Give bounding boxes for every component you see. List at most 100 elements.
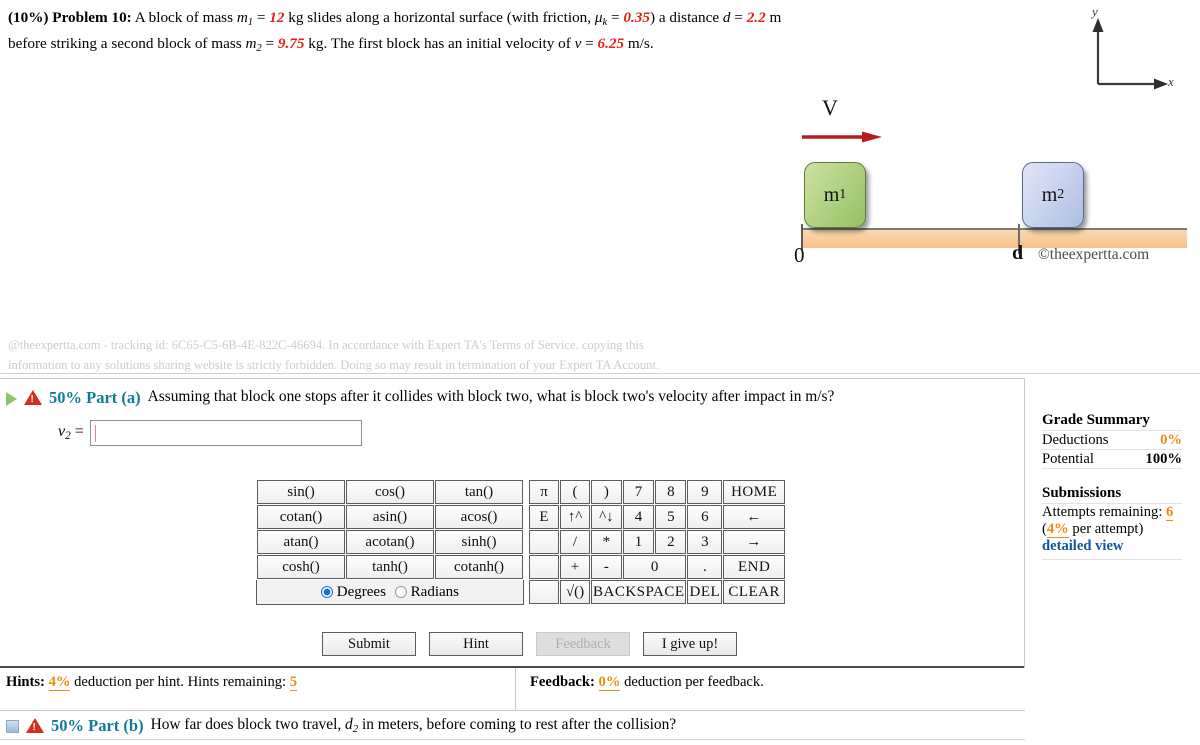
ground-surface xyxy=(802,228,1187,248)
key-sin[interactable]: sin() xyxy=(257,480,345,504)
key-+[interactable]: + xyxy=(560,555,590,579)
key-.[interactable]: . xyxy=(687,555,723,579)
block-m2-subscript: 2 xyxy=(1057,187,1065,202)
key-2[interactable]: 2 xyxy=(655,530,687,554)
key-e[interactable]: E xyxy=(529,505,559,529)
velocity-arrow-icon xyxy=(802,130,882,143)
potential-label: Potential xyxy=(1042,451,1094,467)
d-symbol: d xyxy=(722,9,731,26)
v-value: 6.25 xyxy=(597,34,625,52)
eq-5: = xyxy=(581,34,598,52)
eq-1: = xyxy=(253,9,270,26)
key-8[interactable]: 8 xyxy=(655,480,687,504)
key-0[interactable]: 0 xyxy=(622,555,687,579)
key-atan[interactable]: atan() xyxy=(257,530,345,554)
statement-text-2: kg slides along a horizontal surface (wi… xyxy=(284,9,595,26)
part-a-header[interactable]: 50% Part (a) Assuming that block one sto… xyxy=(6,388,834,408)
key-π[interactable]: π xyxy=(529,480,559,504)
warning-triangle-icon xyxy=(24,390,42,405)
per-attempt-text: per attempt) xyxy=(1068,521,1144,537)
key-6[interactable]: 6 xyxy=(687,505,723,529)
key-blank[interactable] xyxy=(529,530,559,554)
key-blank[interactable] xyxy=(529,555,559,579)
numeric-keys-table[interactable]: π() 7 8 9 HOME E ↑^ ^↓ 4 5 6 ← / * 1 2 3 → + -0. END √() BACKS… xyxy=(528,479,786,605)
radio-radians-icon[interactable] xyxy=(394,585,407,598)
m1-symbol: m xyxy=(236,9,248,26)
block-m1-label: m xyxy=(823,183,840,206)
key-5[interactable]: 5 xyxy=(655,505,687,529)
problem-statement: (10%) Problem 10: A block of mass m1 = 1… xyxy=(8,6,798,58)
key-acos[interactable]: acos() xyxy=(435,505,523,529)
hints-cell: Hints: 4% deduction per hint. Hints rema… xyxy=(0,668,516,710)
key-←: ← xyxy=(723,505,786,529)
coordinate-axes-icon: y x xyxy=(1090,4,1175,92)
key-sinh[interactable]: sinh() xyxy=(435,530,523,554)
answer-label-sub: 2 xyxy=(65,430,71,443)
part-b-percent: 50% Part (b) xyxy=(51,716,144,735)
key-3[interactable]: 3 xyxy=(687,530,723,554)
hints-percent[interactable]: 4% xyxy=(48,674,71,691)
detailed-view-link[interactable]: detailed view xyxy=(1042,538,1182,555)
feedback-cell: Feedback: 0% deduction per feedback. xyxy=(516,668,1025,710)
panel-right-edge xyxy=(1024,378,1025,668)
give-up-button[interactable]: I give up! xyxy=(643,632,737,656)
collapse-square-icon[interactable] xyxy=(6,720,19,733)
key-blank[interactable]: ( xyxy=(560,480,590,504)
eq-3: = xyxy=(730,9,747,26)
key-acotan[interactable]: acotan() xyxy=(346,530,434,554)
key-√[interactable]: √() xyxy=(560,580,590,604)
top-divider xyxy=(0,373,1200,374)
figure-credit: ©theexpertta.com xyxy=(1038,246,1150,263)
key-cotan[interactable]: cotan() xyxy=(257,505,345,529)
key-cotanh[interactable]: cotanh() xyxy=(435,555,523,579)
per-attempt-percent: 4% xyxy=(1046,521,1069,538)
answer-input[interactable] xyxy=(89,420,362,446)
submit-button[interactable]: Submit xyxy=(322,632,416,656)
function-keys-table[interactable]: sin() cos() tan() cotan() asin() acos() atan()… xyxy=(256,479,524,580)
origin-label: 0 xyxy=(794,243,805,267)
page-title: Problem 10: xyxy=(52,9,132,26)
physics-diagram: y x V m1 m2 0 d ©theexpertta.com xyxy=(790,0,1190,285)
feedback-percent[interactable]: 0% xyxy=(598,674,621,691)
feedback-text: deduction per feedback. xyxy=(624,674,764,690)
hints-remaining[interactable]: 5 xyxy=(289,674,298,691)
key-cos[interactable]: cos() xyxy=(346,480,434,504)
key-9[interactable]: 9 xyxy=(687,480,723,504)
key-7[interactable]: 7 xyxy=(622,480,655,504)
key-4[interactable]: 4 xyxy=(622,505,655,529)
grade-summary-title: Grade Summary xyxy=(1042,412,1150,428)
part-b-question-1: How far does block two travel, xyxy=(150,716,346,733)
part-b-header[interactable]: 50% Part (b) How far does block two trav… xyxy=(6,716,676,736)
key-del: DEL xyxy=(687,580,723,604)
block-m2-label: m xyxy=(1041,183,1058,206)
key-tanh[interactable]: tanh() xyxy=(346,555,434,579)
key-clear: CLEAR xyxy=(723,580,786,604)
deductions-label: Deductions xyxy=(1042,432,1109,448)
statement-text-5: kg. The first block has an initial veloc… xyxy=(304,34,575,52)
key-blank[interactable] xyxy=(529,580,559,604)
eq-4: = xyxy=(261,34,278,52)
key-tan[interactable]: tan() xyxy=(435,480,523,504)
key-cosh[interactable]: cosh() xyxy=(257,555,345,579)
statement-text-1: A block of mass xyxy=(134,9,237,26)
mu-symbol: μ xyxy=(594,9,603,26)
hint-button[interactable]: Hint xyxy=(429,632,523,656)
key-1[interactable]: 1 xyxy=(622,530,655,554)
radians-option[interactable]: Radians xyxy=(394,584,459,601)
math-keypad[interactable]: sin() cos() tan() cotan() asin() acos() atan()… xyxy=(256,479,786,605)
statement-text-3: ) a distance xyxy=(649,9,723,26)
radio-degrees-icon[interactable] xyxy=(321,585,334,598)
key-*: * xyxy=(591,530,622,554)
d-value: 2.2 xyxy=(746,9,766,26)
key--[interactable]: - xyxy=(591,555,622,579)
key-asin[interactable]: asin() xyxy=(346,505,434,529)
angle-mode-row[interactable]: Degrees Radians xyxy=(256,580,524,605)
triangle-right-icon[interactable] xyxy=(6,392,17,406)
velocity-label: V xyxy=(822,95,839,120)
problem-page: (10%) Problem 10: A block of mass m1 = 1… xyxy=(0,0,1200,745)
degrees-option[interactable]: Degrees xyxy=(321,584,386,601)
action-buttons: Submit Hint Feedback I give up! xyxy=(322,632,737,656)
feedback-button: Feedback xyxy=(536,632,630,656)
distance-label: d xyxy=(1012,242,1024,264)
answer-label-equals: = xyxy=(74,423,84,441)
